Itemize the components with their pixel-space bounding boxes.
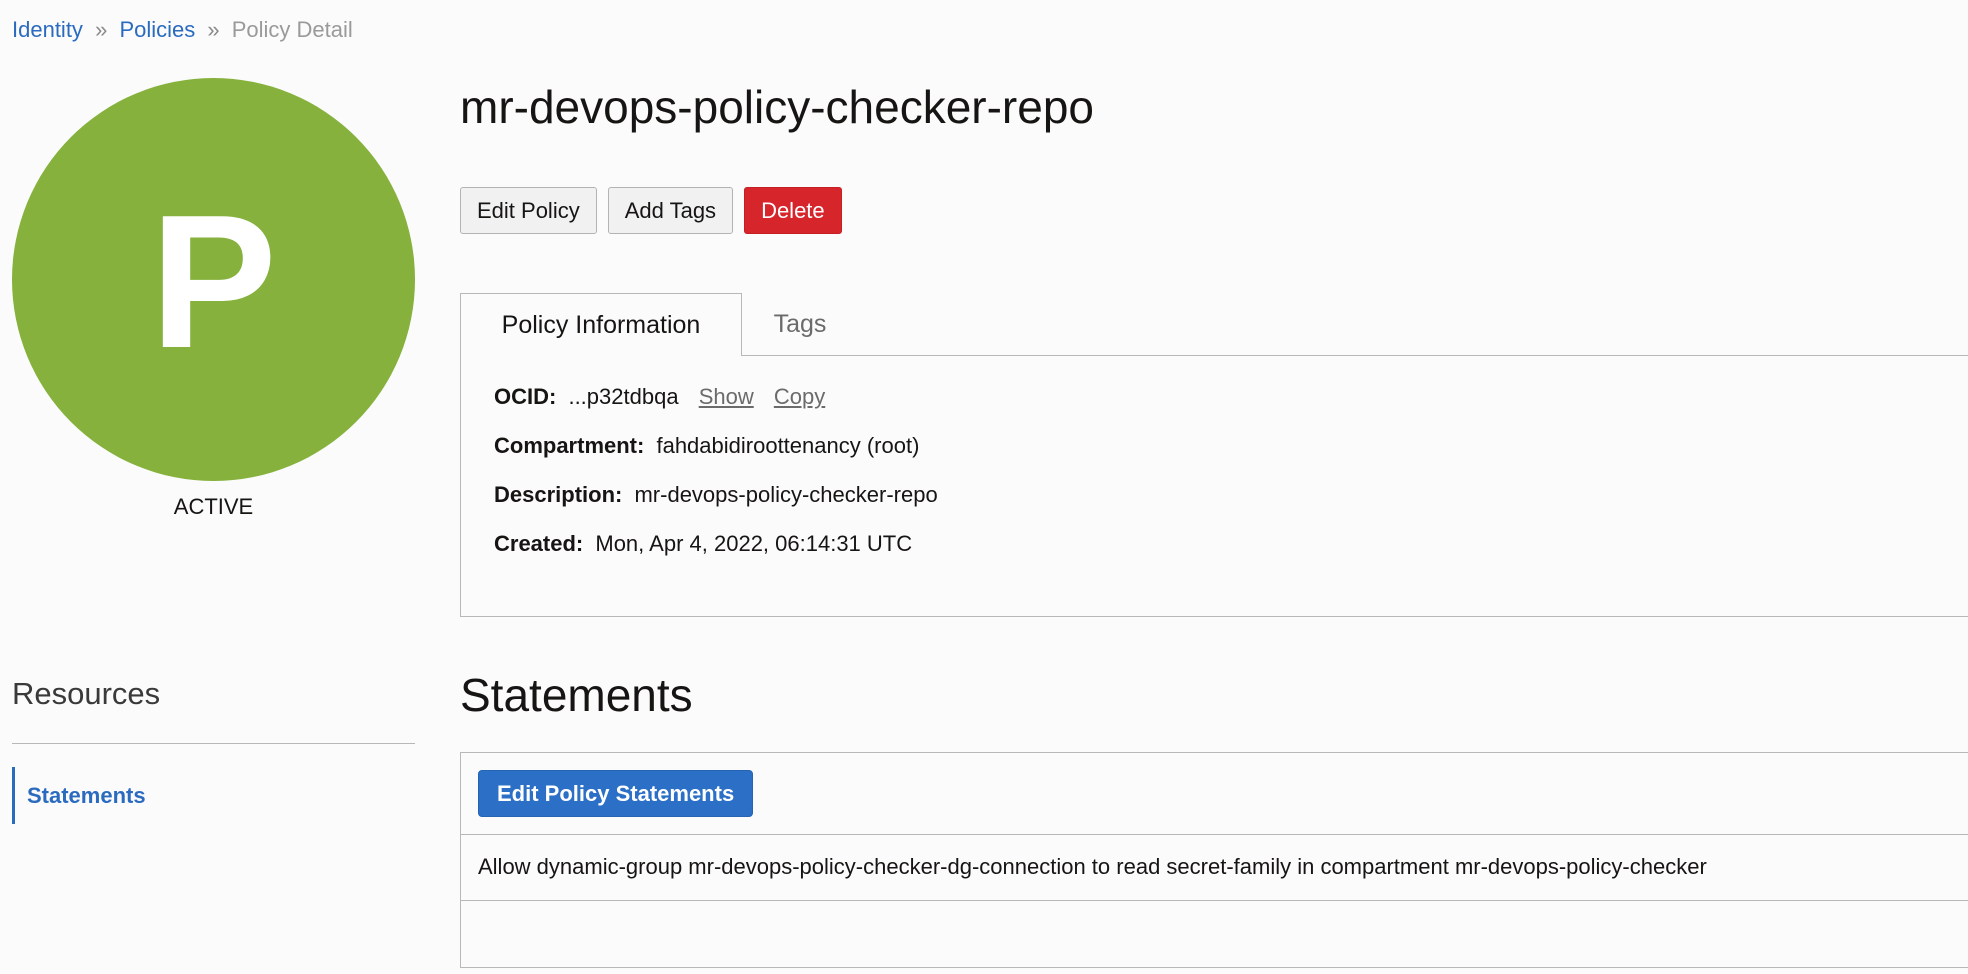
ocid-value: ...p32tdbqa <box>568 384 679 409</box>
breadcrumb-separator: » <box>207 17 220 42</box>
resources-item-statements[interactable]: Statements <box>12 767 392 824</box>
ocid-show-link[interactable]: Show <box>699 384 754 409</box>
delete-button[interactable]: Delete <box>744 187 842 234</box>
action-buttons: Edit Policy Add Tags Delete <box>460 187 842 234</box>
compartment-row: Compartment: fahdabidiroottenancy (root) <box>494 433 919 459</box>
compartment-label: Compartment: <box>494 433 645 458</box>
ocid-row: OCID: ...p32tdbqa Show Copy <box>494 384 825 410</box>
tab-tags[interactable]: Tags <box>742 293 858 355</box>
description-label: Description: <box>494 482 623 507</box>
created-value: Mon, Apr 4, 2022, 06:14:31 UTC <box>595 531 913 556</box>
breadcrumb-current: Policy Detail <box>231 17 353 42</box>
compartment-value: fahdabidiroottenancy (root) <box>656 433 920 458</box>
breadcrumb-policies-link[interactable]: Policies <box>119 17 195 42</box>
edit-policy-statements-button[interactable]: Edit Policy Statements <box>478 770 754 817</box>
statements-heading: Statements <box>460 669 693 721</box>
breadcrumb-separator: » <box>95 17 108 42</box>
policy-info-body: OCID: ...p32tdbqa Show Copy Compartment:… <box>460 355 1968 617</box>
breadcrumb-identity-link[interactable]: Identity <box>12 17 83 42</box>
statements-divider <box>461 900 1968 901</box>
description-value: mr-devops-policy-checker-repo <box>634 482 938 507</box>
description-row: Description: mr-devops-policy-checker-re… <box>494 482 938 508</box>
policy-detail-page: Identity » Policies » Policy Detail P AC… <box>0 0 1968 974</box>
ocid-label: OCID: <box>494 384 557 409</box>
statement-row: Allow dynamic-group mr-devops-policy-che… <box>478 854 1707 879</box>
resources-divider <box>12 743 415 744</box>
created-row: Created: Mon, Apr 4, 2022, 06:14:31 UTC <box>494 531 912 557</box>
policy-info-panel: Policy Information Tags OCID: ...p32tdbq… <box>460 293 1968 617</box>
add-tags-button[interactable]: Add Tags <box>607 187 734 234</box>
status-label: ACTIVE <box>173 494 254 519</box>
edit-policy-button[interactable]: Edit Policy <box>460 187 597 234</box>
created-label: Created: <box>494 531 584 556</box>
statements-table: Edit Policy Statements Allow dynamic-gro… <box>460 752 1968 968</box>
ocid-copy-link[interactable]: Copy <box>774 384 825 409</box>
breadcrumb: Identity » Policies » Policy Detail <box>12 15 353 45</box>
resources-heading: Resources <box>12 676 161 711</box>
avatar-letter: P <box>150 175 277 388</box>
tab-policy-information[interactable]: Policy Information <box>460 293 742 356</box>
statements-divider <box>461 834 1968 835</box>
policy-avatar: P <box>12 78 415 481</box>
page-title: mr-devops-policy-checker-repo <box>460 81 1094 133</box>
